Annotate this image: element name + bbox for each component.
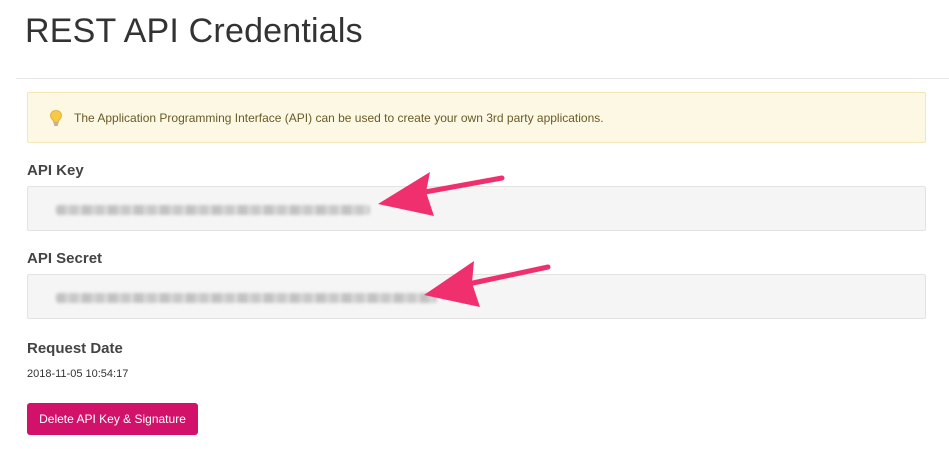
lightbulb-icon bbox=[48, 109, 64, 127]
api-secret-redacted-value bbox=[56, 293, 437, 303]
delete-api-key-button[interactable]: Delete API Key & Signature bbox=[27, 403, 198, 435]
annotation-arrow-api-key bbox=[378, 172, 505, 216]
api-key-redacted-value bbox=[56, 205, 370, 215]
request-date-label: Request Date bbox=[27, 340, 123, 357]
page-title: REST API Credentials bbox=[25, 12, 363, 50]
request-date-value: 2018-11-05 10:54:17 bbox=[27, 368, 129, 380]
api-secret-label: API Secret bbox=[27, 250, 103, 267]
info-alert: The Application Programming Interface (A… bbox=[27, 92, 926, 143]
annotation-arrow-api-secret bbox=[424, 261, 551, 307]
alert-text: The Application Programming Interface (A… bbox=[74, 110, 604, 125]
api-key-label: API Key bbox=[27, 162, 84, 179]
title-divider bbox=[16, 78, 949, 79]
